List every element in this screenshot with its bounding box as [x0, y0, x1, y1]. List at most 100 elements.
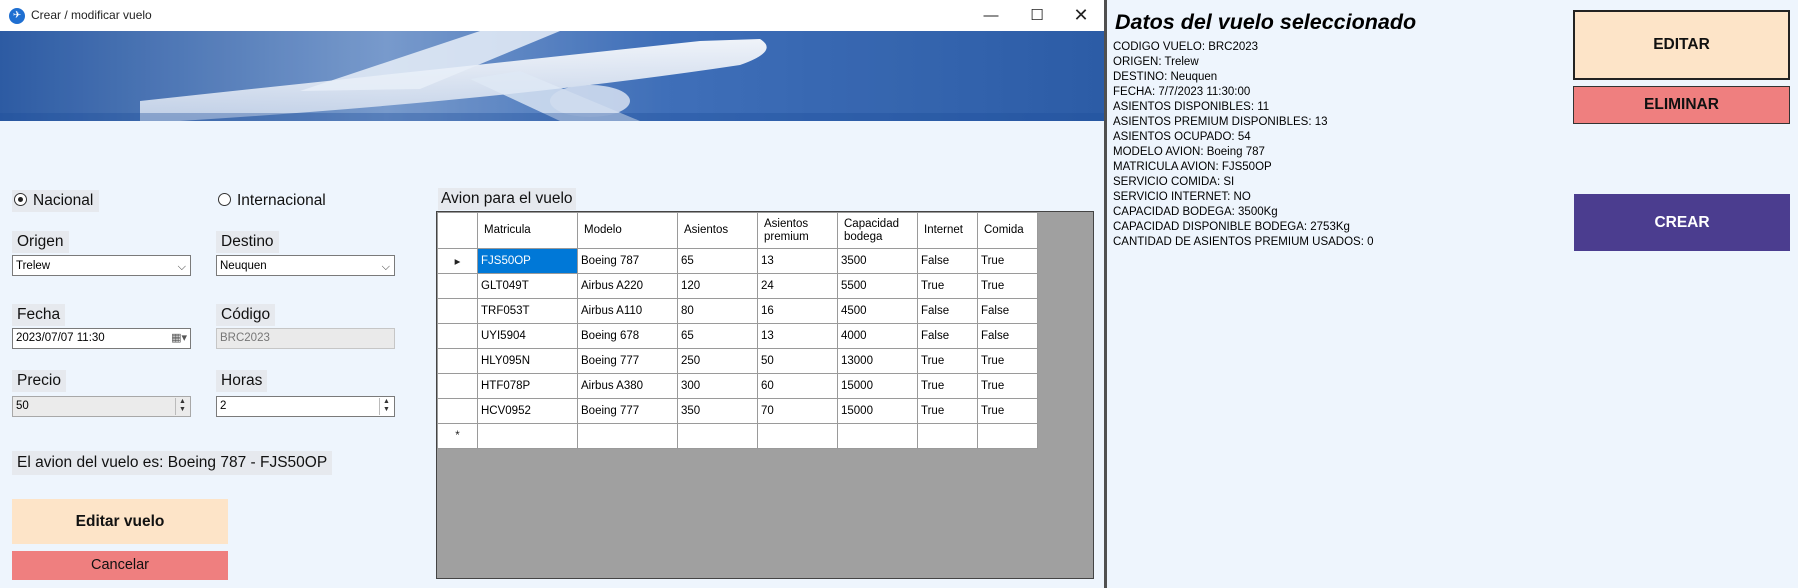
- table-cell[interactable]: True: [977, 398, 1038, 424]
- eliminar-button[interactable]: ELIMINAR: [1573, 86, 1790, 124]
- table-cell[interactable]: Airbus A110: [577, 298, 678, 324]
- table-cell[interactable]: [917, 423, 978, 449]
- row-header[interactable]: [437, 348, 478, 374]
- table-cell[interactable]: Airbus A220: [577, 273, 678, 299]
- close-icon[interactable]: ✕: [1058, 0, 1104, 31]
- table-cell[interactable]: True: [977, 348, 1038, 374]
- table-cell[interactable]: 300: [677, 373, 758, 399]
- column-header[interactable]: Asientos: [677, 212, 758, 249]
- table-cell[interactable]: FJS50OP: [477, 248, 578, 274]
- column-header[interactable]: Asientos premium: [757, 212, 838, 249]
- row-header[interactable]: [437, 273, 478, 299]
- table-cell[interactable]: 65: [677, 248, 758, 274]
- table-cell[interactable]: True: [977, 248, 1038, 274]
- radio-nacional[interactable]: Nacional: [12, 190, 100, 212]
- table-cell[interactable]: 15000: [837, 373, 918, 399]
- table-cell[interactable]: 250: [677, 348, 758, 374]
- table-cell[interactable]: False: [917, 323, 978, 349]
- column-header[interactable]: Capacidad bodega: [837, 212, 918, 249]
- table-cell[interactable]: False: [917, 248, 978, 274]
- row-header[interactable]: [437, 373, 478, 399]
- table-cell[interactable]: False: [977, 298, 1038, 324]
- cancelar-button[interactable]: Cancelar: [12, 551, 228, 580]
- table-row[interactable]: HCV0952 Boeing 777 350 70 15000 True True: [437, 398, 1038, 424]
- table-cell[interactable]: HLY095N: [477, 348, 578, 374]
- table-row[interactable]: HLY095N Boeing 777 250 50 13000 True True: [437, 348, 1038, 374]
- table-cell[interactable]: 5500: [837, 273, 918, 299]
- fecha-label: Fecha: [12, 304, 66, 326]
- spin-arrows-icon[interactable]: ▲ ▼: [379, 398, 393, 415]
- table-cell[interactable]: 50: [757, 348, 838, 374]
- table-cell[interactable]: [577, 423, 678, 449]
- row-header[interactable]: [437, 323, 478, 349]
- table-cell[interactable]: [677, 423, 758, 449]
- table-row[interactable]: ▸ FJS50OP Boeing 787 65 13 3500 False True: [437, 248, 1038, 274]
- table-cell[interactable]: 65: [677, 323, 758, 349]
- table-cell[interactable]: Boeing 777: [577, 398, 678, 424]
- crear-button[interactable]: CREAR: [1574, 194, 1790, 251]
- table-cell[interactable]: 24: [757, 273, 838, 299]
- title-bar[interactable]: ✈ Crear / modificar vuelo — ☐ ✕: [0, 0, 1104, 31]
- table-cell[interactable]: 80: [677, 298, 758, 324]
- table-cell[interactable]: Airbus A380: [577, 373, 678, 399]
- row-header[interactable]: [437, 298, 478, 324]
- table-cell[interactable]: False: [917, 298, 978, 324]
- table-cell[interactable]: UYI5904: [477, 323, 578, 349]
- calendar-dropdown-icon[interactable]: ▦▾: [171, 329, 187, 348]
- table-cell[interactable]: True: [917, 273, 978, 299]
- table-cell[interactable]: 70: [757, 398, 838, 424]
- table-cell[interactable]: 13: [757, 248, 838, 274]
- precio-stepper[interactable]: 50 ▲ ▼: [12, 396, 191, 417]
- table-row[interactable]: TRF053T Airbus A110 80 16 4500 False False: [437, 298, 1038, 324]
- radio-internacional[interactable]: Internacional: [216, 190, 332, 212]
- table-cell[interactable]: 15000: [837, 398, 918, 424]
- table-cell[interactable]: Boeing 777: [577, 348, 678, 374]
- radio-nacional-label: Nacional: [33, 192, 94, 209]
- column-header[interactable]: Matricula: [477, 212, 578, 249]
- origen-select[interactable]: Trelew ⌵: [12, 255, 191, 276]
- table-cell[interactable]: 16: [757, 298, 838, 324]
- table-cell[interactable]: GLT049T: [477, 273, 578, 299]
- table-cell[interactable]: 13000: [837, 348, 918, 374]
- table-cell[interactable]: 13: [757, 323, 838, 349]
- table-cell[interactable]: True: [977, 373, 1038, 399]
- aircraft-grid[interactable]: Matricula Modelo Asientos Asientos premium Ca…: [436, 211, 1094, 579]
- row-header[interactable]: [437, 398, 478, 424]
- table-cell[interactable]: 350: [677, 398, 758, 424]
- table-row[interactable]: GLT049T Airbus A220 120 24 5500 True True: [437, 273, 1038, 299]
- column-header[interactable]: Comida: [977, 212, 1038, 249]
- column-header[interactable]: Modelo: [577, 212, 678, 249]
- table-row[interactable]: UYI5904 Boeing 678 65 13 4000 False False: [437, 323, 1038, 349]
- table-cell[interactable]: True: [917, 373, 978, 399]
- new-row[interactable]: *: [437, 423, 1038, 449]
- table-cell[interactable]: 120: [677, 273, 758, 299]
- table-cell[interactable]: HCV0952: [477, 398, 578, 424]
- maximize-icon[interactable]: ☐: [1014, 0, 1060, 31]
- spin-arrows-icon[interactable]: ▲ ▼: [175, 398, 189, 415]
- minimize-icon[interactable]: —: [968, 0, 1014, 31]
- row-header[interactable]: ▸: [437, 248, 478, 274]
- table-cell[interactable]: 4500: [837, 298, 918, 324]
- editar-button[interactable]: EDITAR: [1573, 10, 1790, 80]
- fecha-datepicker[interactable]: 2023/07/07 11:30 ▦▾: [12, 328, 191, 349]
- editar-vuelo-button[interactable]: Editar vuelo: [12, 499, 228, 544]
- table-cell[interactable]: True: [917, 398, 978, 424]
- horas-stepper[interactable]: 2 ▲ ▼: [216, 396, 395, 417]
- table-cell[interactable]: [477, 423, 578, 449]
- table-cell[interactable]: [837, 423, 918, 449]
- table-cell[interactable]: [977, 423, 1038, 449]
- table-cell[interactable]: 3500: [837, 248, 918, 274]
- table-cell[interactable]: 4000: [837, 323, 918, 349]
- table-cell[interactable]: [757, 423, 838, 449]
- column-header[interactable]: Internet: [917, 212, 978, 249]
- table-cell[interactable]: TRF053T: [477, 298, 578, 324]
- table-row[interactable]: HTF078P Airbus A380 300 60 15000 True True: [437, 373, 1038, 399]
- table-cell[interactable]: HTF078P: [477, 373, 578, 399]
- table-cell[interactable]: Boeing 787: [577, 248, 678, 274]
- table-cell[interactable]: True: [917, 348, 978, 374]
- table-cell[interactable]: True: [977, 273, 1038, 299]
- table-cell[interactable]: Boeing 678: [577, 323, 678, 349]
- destino-select[interactable]: Neuquen ⌵: [216, 255, 395, 276]
- table-cell[interactable]: 60: [757, 373, 838, 399]
- table-cell[interactable]: False: [977, 323, 1038, 349]
